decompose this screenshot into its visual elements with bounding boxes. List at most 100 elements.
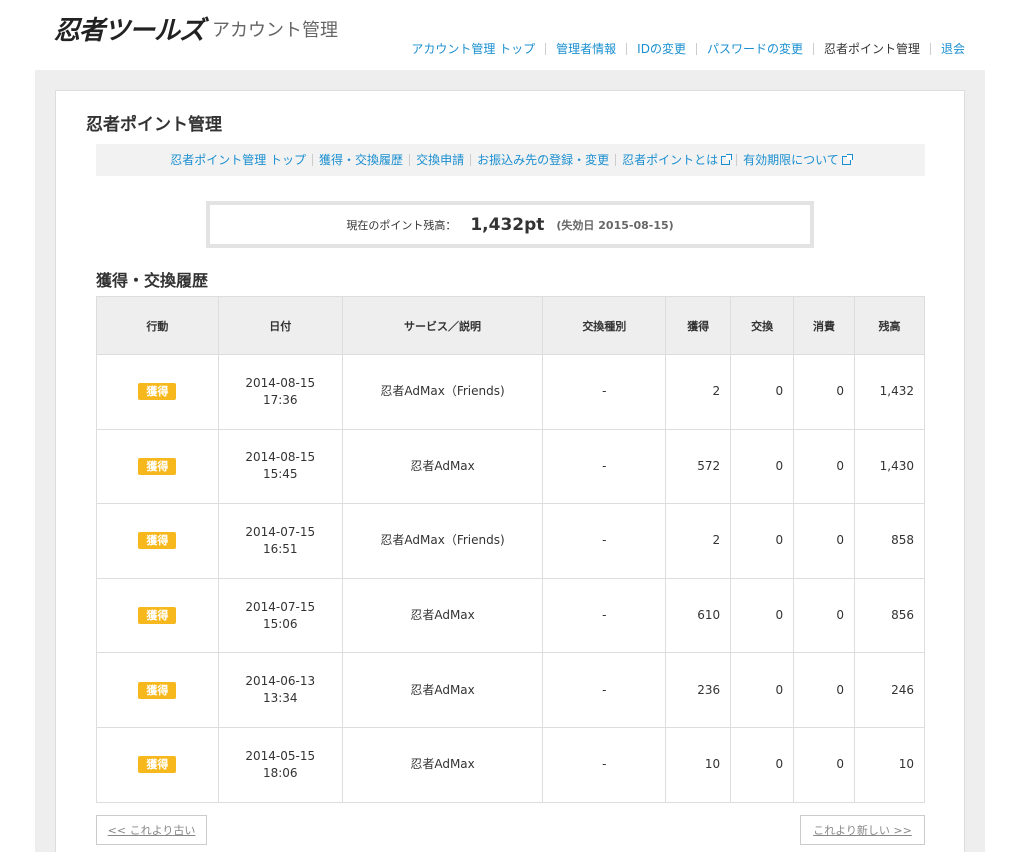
cell-action: 獲得	[96, 652, 219, 728]
date-text: 2014-07-15	[245, 599, 316, 614]
cell-service: 忍者AdMax	[341, 428, 544, 505]
nav-admin-info[interactable]: 管理者情報	[545, 43, 626, 55]
cell-consumed: 0	[793, 652, 855, 728]
cell-service: 忍者AdMax	[341, 652, 544, 728]
time-text: 17:36	[262, 392, 298, 407]
subnav-label: 有効期限について	[743, 153, 839, 167]
cell-action: 獲得	[96, 428, 219, 505]
cell-consumed: 0	[793, 354, 855, 430]
subnav-label: 忍者ポイント管理 トップ	[170, 153, 307, 167]
cell-action: 獲得	[96, 503, 219, 579]
cell-date: 2014-08-15 17:36	[217, 354, 343, 430]
cell-date: 2014-07-15 15:06	[217, 577, 343, 654]
nav-id-change[interactable]: IDの変更	[626, 43, 696, 55]
cell-exchanged: 0	[730, 652, 795, 728]
subnav-history[interactable]: 獲得・交換履歴	[312, 154, 409, 166]
date-text: 2014-07-15	[245, 524, 316, 539]
nav-password-change[interactable]: パスワードの変更	[695, 43, 813, 55]
cell-consumed: 0	[793, 726, 855, 803]
time-text: 16:51	[262, 541, 298, 556]
older-button[interactable]: << これより古い	[96, 815, 207, 845]
cell-earned: 572	[665, 428, 732, 505]
subnav-about-points[interactable]: 忍者ポイントとは	[615, 153, 736, 167]
nav-account-top[interactable]: アカウント管理 トップ	[401, 43, 545, 55]
time-text: 15:06	[262, 616, 298, 631]
col-header-service: サービス／説明	[341, 296, 544, 355]
cell-earned: 2	[665, 503, 732, 579]
cell-exchanged: 0	[730, 503, 795, 579]
action-badge: 獲得	[138, 457, 177, 475]
point-balance-box: 現在のポイント残高： 1,432pt (失効日 2015-08-15)	[206, 201, 814, 248]
nav-withdraw[interactable]: 退会	[929, 43, 965, 55]
table-row: 獲得 2014-06-13 13:34 忍者AdMax - 236 0 0 246	[96, 652, 925, 728]
subnav-bank-account[interactable]: お振込み先の登録・変更	[470, 154, 615, 166]
cell-date: 2014-06-13 13:34	[217, 652, 343, 728]
cell-service: 忍者AdMax（Friends)	[341, 354, 544, 430]
date-text: 2014-06-13	[245, 674, 316, 689]
col-header-date: 日付	[217, 296, 343, 355]
cell-consumed: 0	[793, 428, 855, 505]
table-row: 獲得 2014-07-15 15:06 忍者AdMax - 610 0 0 856	[96, 577, 925, 654]
external-link-icon	[841, 153, 853, 165]
cell-earned: 236	[665, 652, 732, 728]
cell-earned: 2	[665, 354, 732, 430]
cell-exchanged: 0	[730, 726, 795, 803]
cell-balance: 858	[854, 503, 925, 579]
history-section-title: 獲得・交換履歴	[96, 271, 209, 290]
cell-type: -	[542, 577, 667, 654]
external-link-icon	[721, 153, 733, 165]
cell-balance: 10	[854, 726, 925, 803]
points-subnav: 忍者ポイント管理 トップ 獲得・交換履歴 交換申請 お振込み先の登録・変更 忍者…	[96, 144, 925, 176]
col-header-type: 交換種別	[542, 296, 667, 355]
table-header-row: 行動 日付 サービス／説明 交換種別 獲得 交換 消費 残高	[96, 296, 925, 355]
cell-service: 忍者AdMax（Friends)	[341, 503, 544, 579]
subnav-label: 忍者ポイントとは	[622, 153, 719, 167]
action-badge: 獲得	[138, 756, 177, 774]
header: 忍者ツールズ アカウント管理 アカウント管理 トップ 管理者情報 IDの変更 パ…	[0, 0, 1019, 70]
newer-button[interactable]: これより新しい >>	[800, 815, 925, 845]
col-header-balance: 残高	[854, 296, 925, 355]
action-badge: 獲得	[138, 383, 177, 401]
table-row: 獲得 2014-05-15 18:06 忍者AdMax - 10 0 0 10	[96, 726, 925, 803]
action-badge: 獲得	[138, 607, 177, 625]
cell-type: -	[542, 652, 667, 728]
subnav-expiry-info[interactable]: 有効期限について	[736, 153, 857, 167]
table-row: 獲得 2014-08-15 17:36 忍者AdMax（Friends) - 2 …	[96, 354, 925, 430]
nav-ninja-points[interactable]: 忍者ポイント管理	[812, 43, 930, 55]
balance-points: 1,432pt	[470, 214, 545, 235]
cell-earned: 10	[665, 726, 732, 803]
history-table: 行動 日付 サービス／説明 交換種別 獲得 交換 消費 残高 獲得 2014-0…	[96, 296, 925, 803]
action-badge: 獲得	[138, 532, 177, 550]
cell-type: -	[542, 354, 667, 430]
page-title: 忍者ポイント管理	[86, 115, 222, 135]
cell-date: 2014-08-15 15:45	[217, 428, 343, 505]
date-text: 2014-08-15	[245, 450, 316, 465]
date-text: 2014-05-15	[245, 748, 316, 763]
subnav-label: 獲得・交換履歴	[319, 153, 404, 167]
cell-consumed: 0	[793, 577, 855, 654]
balance-expiry: (失効日 2015-08-15)	[556, 218, 674, 232]
cell-service: 忍者AdMax	[341, 577, 544, 654]
subnav-label: 交換申請	[416, 153, 465, 167]
cell-type: -	[542, 428, 667, 505]
cell-action: 獲得	[96, 354, 219, 430]
col-header-exchanged: 交換	[730, 296, 795, 355]
cell-exchanged: 0	[730, 354, 795, 430]
time-text: 13:34	[262, 691, 298, 706]
top-nav: アカウント管理 トップ 管理者情報 IDの変更 パスワードの変更 忍者ポイント管…	[401, 43, 965, 55]
cell-type: -	[542, 726, 667, 803]
cell-date: 2014-07-15 16:51	[217, 503, 343, 579]
cell-exchanged: 0	[730, 428, 795, 505]
cell-date: 2014-05-15 18:06	[217, 726, 343, 803]
time-text: 15:45	[262, 467, 298, 482]
table-row: 獲得 2014-07-15 16:51 忍者AdMax（Friends) - 2 …	[96, 503, 925, 579]
col-header-consumed: 消費	[793, 296, 855, 355]
logo[interactable]: 忍者ツールズ	[54, 10, 205, 47]
cell-action: 獲得	[96, 577, 219, 654]
col-header-earned: 獲得	[665, 296, 732, 355]
cell-consumed: 0	[793, 503, 855, 579]
subnav-exchange-request[interactable]: 交換申請	[409, 154, 470, 166]
col-header-action: 行動	[96, 296, 219, 355]
subnav-points-top[interactable]: 忍者ポイント管理 トップ	[164, 154, 312, 166]
cell-type: -	[542, 503, 667, 579]
